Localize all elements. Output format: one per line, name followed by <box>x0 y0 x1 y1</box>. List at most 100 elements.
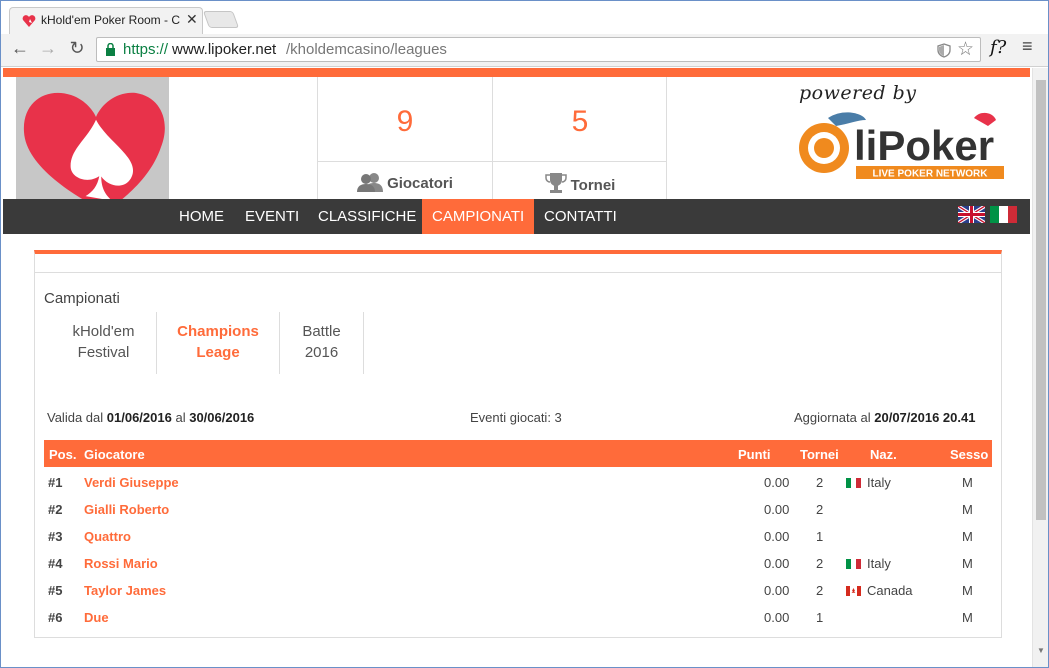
page-viewport: 9 Giocatori 5 Tornei powered by liPoker … <box>1 68 1032 667</box>
col-points[interactable]: Punti <box>738 447 771 462</box>
row-sex: M <box>962 556 973 571</box>
reload-icon[interactable]: ↻ <box>66 38 88 59</box>
table-row: #6 Due 0.00 1 M <box>44 604 992 631</box>
last-updated: Aggiornata al 20/07/2016 20.41 <box>794 410 975 425</box>
stats-panel: 9 Giocatori 5 Tornei <box>317 77 667 199</box>
row-sex: M <box>962 583 973 598</box>
tournaments-label-box: Tornei <box>493 161 667 199</box>
row-position: #1 <box>48 475 63 490</box>
row-points: 0.00 <box>764 583 790 598</box>
col-pos[interactable]: Pos. <box>49 447 76 462</box>
shield-icon[interactable] <box>937 43 951 58</box>
row-points: 0.00 <box>764 610 790 625</box>
updated-date: 20/07/2016 20.41 <box>874 410 976 425</box>
url-host: www.lipoker.net <box>172 41 277 58</box>
lipoker-logo-text: liPoker <box>854 122 994 169</box>
players-label: Giocatori <box>387 175 453 192</box>
player-name-link[interactable]: Gialli Roberto <box>84 502 169 517</box>
tab-kholdem-line2: Festival <box>77 344 130 361</box>
tab-strip: kHold'em Poker Room - C ✕ <box>1 1 1048 34</box>
nation-name: Canada <box>867 583 913 598</box>
nav-classifiche[interactable]: CLASSIFICHE <box>308 199 426 234</box>
championships-title: Campionati <box>44 290 120 307</box>
trophy-icon <box>544 173 567 193</box>
forward-icon[interactable]: → <box>37 38 59 59</box>
tab-battle-line1: Battle <box>302 323 341 340</box>
table-row: #5 Taylor James 0.00 2 Canada M <box>44 577 992 604</box>
tab-kholdem-festival[interactable]: kHold'em Festival <box>51 312 157 374</box>
vertical-scrollbar[interactable]: ▼ <box>1032 68 1048 667</box>
scrollbar-thumb[interactable] <box>1036 80 1046 520</box>
col-nation[interactable]: Naz. <box>870 447 897 462</box>
player-name-link[interactable]: Rossi Mario <box>84 556 158 571</box>
tab-champions-line1: Champions <box>177 323 259 340</box>
favicon-heart-icon <box>22 15 36 27</box>
tab-battle-2016[interactable]: Battle 2016 <box>280 312 364 374</box>
stat-tournaments: 5 Tornei <box>492 77 667 199</box>
updated-prefix: Aggiornata al <box>794 410 871 425</box>
scroll-down-icon[interactable]: ▼ <box>1037 646 1045 655</box>
table-row: #3 Quattro 0.00 1 M <box>44 523 992 550</box>
validity-period: Valida dal 01/06/2016 al 30/06/2016 <box>47 410 254 425</box>
nation-name: Italy <box>867 556 891 571</box>
player-name-link[interactable]: Taylor James <box>84 583 166 598</box>
menu-icon[interactable]: ≡ <box>1022 36 1033 57</box>
row-sex: M <box>962 610 973 625</box>
col-sex[interactable]: Sesso <box>950 447 988 462</box>
tab-battle-line2: 2016 <box>304 344 339 361</box>
new-tab-button[interactable] <box>202 11 240 28</box>
col-player[interactable]: Giocatore <box>84 447 145 462</box>
player-name-link[interactable]: Due <box>84 610 109 625</box>
back-icon[interactable]: ← <box>9 38 31 59</box>
nation-cell: Canada <box>846 583 913 598</box>
bookmark-star-icon[interactable]: ☆ <box>957 38 974 61</box>
extension-icon[interactable]: f? <box>990 37 1006 58</box>
browser-toolbar: ← → ↻ https:// www.lipoker.net /kholdemc… <box>1 34 1048 67</box>
stat-players: 9 Giocatori <box>318 77 492 199</box>
row-tournaments: 2 <box>816 475 824 490</box>
row-tournaments: 2 <box>816 502 824 517</box>
player-name-link[interactable]: Verdi Giuseppe <box>84 475 179 490</box>
row-position: #3 <box>48 529 63 544</box>
nav-eventi[interactable]: EVENTI <box>235 199 309 234</box>
tab-champions-line2: Leage <box>196 344 240 361</box>
row-position: #6 <box>48 610 63 625</box>
lipoker-logo[interactable]: liPoker LIVE POKER NETWORK <box>798 108 1008 180</box>
row-tournaments: 1 <box>816 529 824 544</box>
browser-tab[interactable]: kHold'em Poker Room - C ✕ <box>9 7 203 34</box>
row-points: 0.00 <box>764 529 790 544</box>
nav-campionati[interactable]: CAMPIONATI <box>422 199 534 234</box>
powered-by-text: powered by <box>799 82 917 104</box>
player-name-link[interactable]: Quattro <box>84 529 131 544</box>
valid-from-date: 01/06/2016 <box>106 410 172 425</box>
tab-kholdem-line1: kHold'em <box>72 323 135 340</box>
row-tournaments: 1 <box>816 610 824 625</box>
players-count: 9 <box>396 105 414 138</box>
address-bar[interactable]: https:// www.lipoker.net /kholdemcasino/… <box>96 37 981 62</box>
url-scheme: https:// <box>123 41 169 58</box>
nav-contatti[interactable]: CONTATTI <box>534 199 627 234</box>
nav-home[interactable]: HOME <box>169 199 234 234</box>
url-path: /kholdemcasino/leagues <box>286 41 447 58</box>
valid-to-date: 30/06/2016 <box>189 410 255 425</box>
row-points: 0.00 <box>764 556 790 571</box>
row-points: 0.00 <box>764 475 790 490</box>
tab-close-icon[interactable]: ✕ <box>186 11 198 28</box>
lipoker-tagline: LIVE POKER NETWORK <box>872 169 988 180</box>
flag-italy-icon <box>846 478 861 488</box>
users-icon <box>357 173 384 192</box>
tournaments-label: Tornei <box>570 177 616 194</box>
nation-cell: Italy <box>846 556 891 571</box>
nation-name: Italy <box>867 475 891 490</box>
col-tournaments[interactable]: Tornei <box>800 447 839 462</box>
row-position: #4 <box>48 556 63 571</box>
tab-title: kHold'em Poker Room - C <box>41 13 180 27</box>
flag-uk-icon[interactable] <box>958 206 985 223</box>
players-label-box: Giocatori <box>318 161 492 199</box>
row-position: #2 <box>48 502 63 517</box>
flag-italy-icon[interactable] <box>990 206 1017 223</box>
table-header: Pos. Giocatore Punti Tornei Naz. Sesso <box>44 440 992 467</box>
tab-champions-leage[interactable]: Champions Leage <box>157 312 280 374</box>
championships-panel: Campionati kHold'em Festival Champions L… <box>34 250 1002 638</box>
row-position: #5 <box>48 583 63 598</box>
